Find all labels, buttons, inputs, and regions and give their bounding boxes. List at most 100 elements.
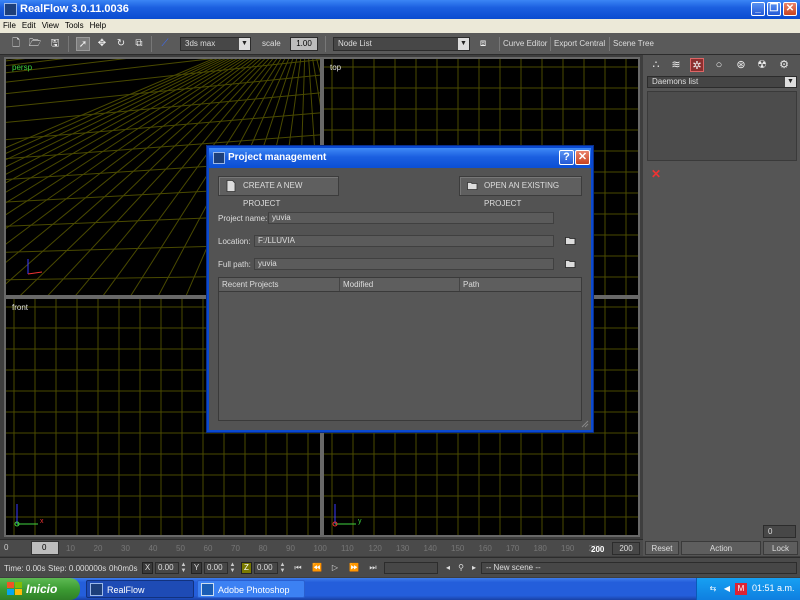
step-back-icon[interactable]: ⏪	[310, 562, 324, 574]
create-new-project-button[interactable]: CREATE A NEW PROJECT	[218, 176, 339, 208]
export-central-button[interactable]: Export Central	[550, 37, 605, 51]
timeline-tick: 40	[148, 544, 158, 553]
daemons-list-label: Daemons list	[652, 77, 699, 86]
menu-bar: File Edit View Tools Help	[0, 19, 800, 33]
location-input[interactable]: F:/LLUVIA	[254, 235, 554, 247]
node-tree-icon[interactable]: ⧈	[476, 37, 490, 51]
scene-tree-button[interactable]: Scene Tree	[609, 37, 654, 51]
play-icon[interactable]: ▷	[328, 562, 342, 574]
antivirus-icon[interactable]: M	[735, 583, 747, 595]
minimize-button[interactable]: _	[751, 2, 765, 16]
toolbar-separator	[68, 36, 69, 52]
full-path-input[interactable]: yuvia	[254, 258, 554, 270]
menu-file[interactable]: File	[0, 19, 19, 32]
axis-icon[interactable]: ⟋	[158, 37, 172, 51]
menu-tools[interactable]: Tools	[62, 19, 87, 32]
scale-icon[interactable]: ⧉	[132, 37, 146, 51]
menu-edit[interactable]: Edit	[19, 19, 39, 32]
maximize-button[interactable]: ❐	[767, 2, 781, 16]
y-value-field[interactable]: 0.00	[204, 562, 228, 574]
delete-icon[interactable]: ✕	[651, 167, 661, 181]
dialog-titlebar[interactable]: Project management ? ✕	[209, 148, 591, 168]
column-path[interactable]: Path	[460, 278, 581, 291]
go-to-end-icon[interactable]: ⏭	[366, 562, 380, 574]
daemons-list-select[interactable]: Daemons list ▼	[647, 76, 797, 88]
daemon-count-field[interactable]: 0	[763, 525, 796, 538]
resize-grip-icon[interactable]	[581, 420, 589, 428]
lock-button[interactable]: Lock	[763, 541, 798, 555]
project-management-dialog: Project management ? ✕ CREATE A NEW PROJ…	[207, 146, 593, 432]
timeline[interactable]: 0 0 10 20 30 40 50 60 70 80 90 100 110 120 130 140 150…	[0, 539, 643, 556]
open-existing-project-button[interactable]: OPEN AN EXISTING PROJECT	[459, 176, 582, 208]
timeline-tick: 60	[203, 544, 213, 553]
wave-icon[interactable]: ≋	[669, 58, 683, 72]
x-spinner[interactable]: ▲ ▼	[179, 562, 188, 574]
photoshop-app-icon	[201, 583, 214, 596]
volume-icon[interactable]: ◀	[721, 583, 733, 595]
view-mode-select[interactable]: 3ds max ▼	[180, 37, 251, 51]
node-list-select[interactable]: Node List ▼	[333, 37, 470, 51]
gear-icon[interactable]: ⚙	[777, 58, 791, 72]
window-title: RealFlow 3.0.11.0036	[20, 3, 129, 15]
timeline-current-frame[interactable]: 0	[31, 541, 59, 555]
open-folder-icon	[467, 182, 478, 190]
recent-projects-table[interactable]: Recent Projects Modified Path	[218, 277, 582, 421]
location-label: Location:	[218, 237, 251, 246]
toolbar-separator	[151, 36, 152, 52]
particle-emitter-icon[interactable]: ∴	[649, 58, 663, 72]
timeline-tick: 90	[286, 544, 295, 553]
browse-folder-icon[interactable]	[565, 259, 577, 269]
column-modified[interactable]: Modified	[340, 278, 460, 291]
close-button[interactable]: ✕	[783, 2, 797, 16]
curve-editor-button[interactable]: Curve Editor	[499, 37, 547, 51]
move-icon[interactable]: ✥	[95, 37, 109, 51]
pointer-icon[interactable]: ➚	[76, 37, 90, 51]
taskbar-clock: 01:51 a.m.	[752, 583, 795, 593]
scene-pin-icon[interactable]: ⚲	[454, 562, 468, 574]
save-icon[interactable]: 🖫	[48, 37, 62, 51]
step-forward-icon[interactable]: ⏩	[347, 562, 361, 574]
full-path-label: Full path:	[218, 260, 251, 269]
scene-prev-icon[interactable]: ◂	[441, 562, 455, 574]
network-icon[interactable]: ⇆	[707, 583, 719, 595]
menu-help[interactable]: Help	[87, 19, 109, 32]
scene-progress-field	[384, 562, 438, 574]
y-spinner[interactable]: ▲ ▼	[228, 562, 237, 574]
x-value-field[interactable]: 0.00	[155, 562, 179, 574]
fan-icon[interactable]: ⊛	[734, 58, 748, 72]
browse-folder-icon[interactable]	[565, 236, 577, 246]
object-icon[interactable]: ○	[712, 58, 726, 72]
action-button[interactable]: Action	[681, 541, 761, 555]
menu-view[interactable]: View	[39, 19, 62, 32]
axis-label-x: x	[40, 518, 44, 525]
windows-taskbar: Inicio RealFlow 3.0.11.0036 Adobe Photos…	[0, 578, 800, 600]
task-photoshop[interactable]: Adobe Photoshop	[197, 580, 305, 598]
start-button[interactable]: Inicio	[0, 578, 80, 600]
radiation-icon[interactable]: ☢	[755, 58, 769, 72]
daemon-icon[interactable]: ✲	[690, 58, 704, 72]
table-header: Recent Projects Modified Path	[219, 278, 581, 292]
chevron-down-icon: ▼	[785, 77, 796, 87]
help-button[interactable]: ?	[559, 150, 574, 165]
timeline-tick: 190	[561, 544, 575, 553]
project-name-label: Project name:	[218, 214, 268, 223]
daemons-list-area[interactable]	[647, 91, 797, 161]
go-to-start-icon[interactable]: ⏮	[291, 562, 305, 574]
open-folder-icon[interactable]: 🗁	[28, 37, 42, 51]
reset-button[interactable]: Reset	[645, 541, 679, 555]
dialog-close-button[interactable]: ✕	[575, 150, 590, 165]
new-file-icon[interactable]: 🗋	[9, 37, 23, 51]
z-spinner[interactable]: ▲ ▼	[278, 562, 287, 574]
project-name-input[interactable]: yuvia	[268, 212, 554, 224]
window-titlebar[interactable]: RealFlow 3.0.11.0036 _ ❐ ✕	[0, 0, 800, 19]
scene-next-icon[interactable]: ▸	[467, 562, 481, 574]
timeline-tick: 120	[368, 544, 382, 553]
column-recent-projects[interactable]: Recent Projects	[219, 278, 340, 291]
rotate-icon[interactable]: ↻	[114, 37, 128, 51]
timeline-end-field[interactable]: 200	[612, 542, 640, 555]
status-clock: 0h0m0s	[109, 564, 138, 573]
scale-input[interactable]: 1.00	[290, 37, 318, 51]
z-value-field[interactable]: 0.00	[254, 562, 278, 574]
task-realflow[interactable]: RealFlow 3.0.11.0036	[86, 580, 194, 598]
scene-name-field[interactable]: -- New scene --	[481, 562, 797, 574]
